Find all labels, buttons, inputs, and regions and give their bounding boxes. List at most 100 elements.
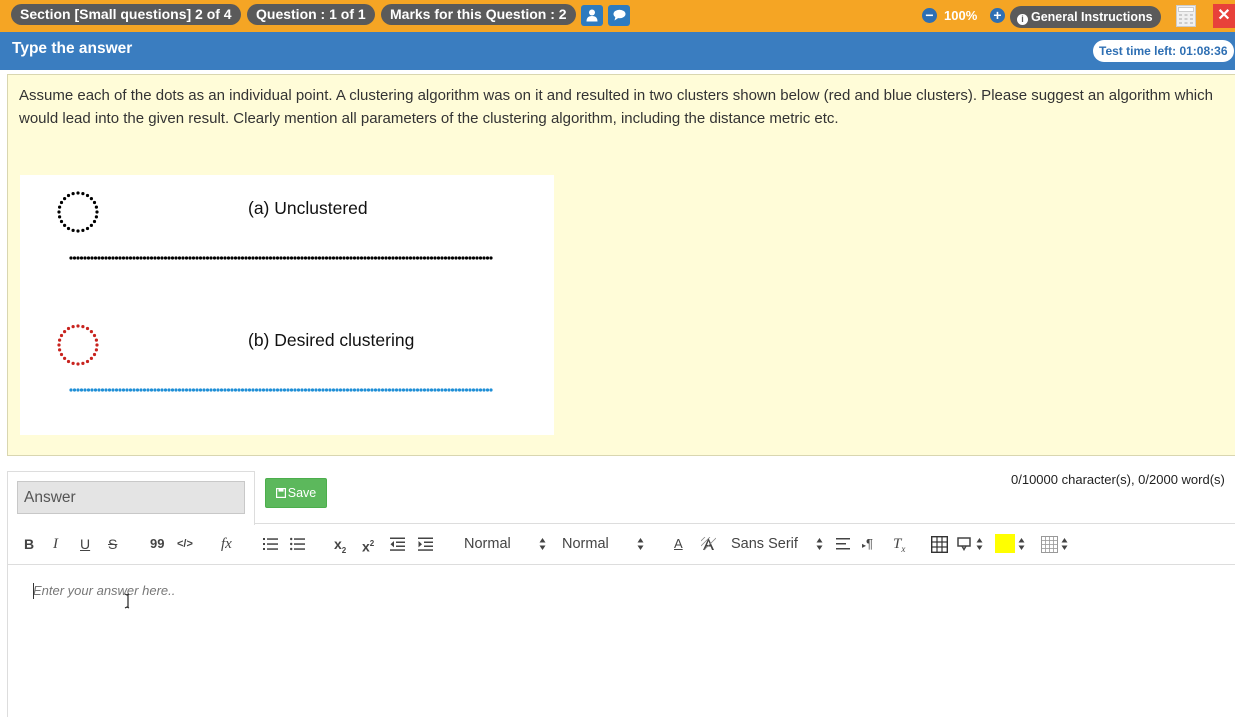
blue-cluster-point: [401, 388, 406, 392]
question-pill[interactable]: Question : 1 of 1: [247, 4, 375, 25]
unclustered-line-point: [317, 256, 322, 260]
unclustered-line-point: [475, 256, 479, 260]
blue-cluster-point: [184, 388, 189, 392]
blue-cluster-point: [237, 388, 241, 392]
superscript-button[interactable]: x2: [362, 534, 374, 555]
grid-arrows-icon: [1061, 538, 1068, 550]
unclustered-line-point: [191, 256, 196, 260]
blue-cluster-point: [296, 388, 301, 392]
chat-icon[interactable]: [608, 5, 630, 26]
unclustered-line-point: [286, 256, 290, 260]
grid-icon[interactable]: [1041, 534, 1058, 554]
text-cursor-icon: [124, 593, 130, 609]
unclustered-line-point: [310, 256, 315, 260]
background-color-icon[interactable]: [700, 534, 717, 554]
user-icon[interactable]: [581, 5, 603, 26]
code-button[interactable]: </>: [177, 534, 193, 554]
unclustered-line-point: [342, 256, 346, 260]
section-pill[interactable]: Section [Small questions] 2 of 4: [11, 4, 241, 25]
figure-label-unclustered: (a) Unclustered: [248, 198, 368, 218]
marks-pill: Marks for this Question : 2: [381, 4, 576, 25]
outdent-icon[interactable]: [390, 534, 406, 554]
strike-button[interactable]: S: [108, 534, 117, 554]
font-select[interactable]: Sans Serif: [731, 534, 798, 554]
align-icon[interactable]: [836, 534, 850, 554]
zoom-in-button[interactable]: +: [990, 8, 1005, 23]
italic-button[interactable]: I: [53, 534, 58, 554]
blue-cluster-point: [286, 388, 290, 392]
unclustered-ring-point: [94, 205, 98, 209]
unclustered-ring-point: [71, 228, 75, 232]
save-button[interactable]: Save: [265, 478, 327, 508]
blue-cluster-point: [72, 388, 77, 392]
close-icon[interactable]: ✕: [1213, 4, 1235, 28]
unclustered-line-point: [163, 256, 168, 260]
highlight-color-picker[interactable]: [995, 534, 1015, 553]
blue-cluster-point: [268, 388, 273, 392]
blockquote-button[interactable]: 99: [150, 534, 164, 554]
formula-button[interactable]: fx: [221, 534, 232, 554]
ordered-list-icon[interactable]: [263, 534, 279, 554]
unclustered-line-point: [265, 256, 269, 260]
unclustered-line-point: [212, 256, 217, 260]
blue-cluster-point: [377, 388, 381, 392]
unclustered-line-point: [174, 256, 178, 260]
bold-button[interactable]: B: [24, 534, 34, 554]
unclustered-line-point: [331, 256, 336, 260]
header-select[interactable]: Normal: [464, 534, 511, 554]
blue-cluster-point: [135, 388, 140, 392]
table-icon[interactable]: [930, 534, 949, 554]
blue-cluster-point: [328, 388, 332, 392]
blue-cluster-point: [209, 388, 213, 392]
red-cluster-point: [94, 348, 98, 352]
comment-icon[interactable]: [957, 534, 971, 554]
unclustered-line-point: [97, 256, 101, 260]
red-cluster-point: [59, 352, 64, 357]
unclustered-line-point: [261, 256, 266, 260]
blue-cluster-point: [461, 388, 465, 392]
red-cluster-point: [81, 325, 85, 329]
blue-cluster-point: [104, 388, 108, 392]
blue-cluster-point: [114, 388, 119, 392]
blue-cluster-point: [342, 388, 346, 392]
unclustered-line-point: [328, 256, 332, 260]
unclustered-line-point: [338, 256, 343, 260]
answer-header: Type the answer Test time left: 01:08:36: [0, 32, 1235, 70]
blue-cluster-point: [149, 388, 154, 392]
unclustered-line-point: [258, 256, 262, 260]
blue-cluster-point: [366, 388, 371, 392]
save-label: Save: [287, 486, 317, 500]
general-instructions-button[interactable]: i General Instructions: [1010, 6, 1161, 28]
blue-cluster-point: [303, 388, 308, 392]
blue-cluster-point: [363, 388, 367, 392]
blue-cluster-point: [433, 388, 437, 392]
blue-cluster-point: [370, 388, 374, 392]
unclustered-line-point: [387, 256, 392, 260]
unclustered-line-point: [219, 256, 224, 260]
red-cluster-point: [66, 326, 71, 331]
bullet-list-icon[interactable]: [290, 534, 306, 554]
font-color-icon[interactable]: A: [674, 534, 683, 554]
clear-format-button[interactable]: Tx: [893, 534, 905, 554]
test-timer: Test time left: 01:08:36: [1093, 40, 1234, 62]
answer-editor[interactable]: [8, 566, 1235, 717]
unclustered-line-point: [135, 256, 140, 260]
size-select[interactable]: Normal: [562, 534, 609, 554]
calculator-icon[interactable]: [1176, 5, 1196, 32]
blue-cluster-point: [121, 388, 126, 392]
indent-icon[interactable]: [418, 534, 434, 554]
highlight-arrows-icon: [1018, 538, 1025, 550]
blue-cluster-point: [440, 388, 444, 392]
blue-cluster-point: [139, 388, 143, 392]
text-direction-button[interactable]: ▸¶: [862, 534, 873, 554]
red-cluster-point: [58, 348, 62, 352]
unclustered-line-point: [237, 256, 241, 260]
subscript-button[interactable]: x2: [334, 534, 346, 555]
blue-cluster-point: [251, 388, 255, 392]
underline-button[interactable]: U: [80, 534, 90, 554]
blue-cluster-point: [128, 388, 133, 392]
unclustered-line-point: [233, 256, 238, 260]
blue-cluster-point: [170, 388, 175, 392]
unclustered-line-point: [300, 256, 304, 260]
zoom-out-button[interactable]: −: [922, 8, 937, 23]
